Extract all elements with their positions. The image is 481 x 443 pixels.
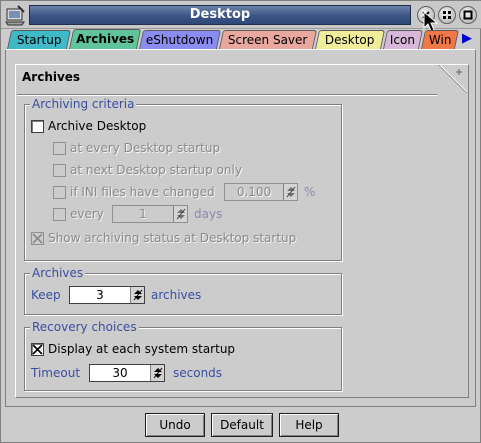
tab-label: Archives <box>76 32 135 46</box>
help-button[interactable]: Help <box>279 413 339 437</box>
keep-row: Keep 3 archives <box>31 286 201 304</box>
timeout-spinner[interactable]: 30 <box>89 364 165 382</box>
tab-label: eShutdown <box>146 33 214 47</box>
keep-spinner[interactable]: 3 <box>69 286 145 304</box>
check-icon <box>32 343 43 355</box>
check-icon <box>32 232 43 244</box>
unit-label: % <box>304 185 316 199</box>
group-label: Archives <box>30 266 86 280</box>
desktop-properties-window: Desktop Startup Archives eShutdown Scree… <box>0 0 481 443</box>
undo-button[interactable]: Undo <box>145 413 205 437</box>
timeout-label: Timeout <box>31 366 81 380</box>
unit-label: seconds <box>173 366 223 380</box>
every-days-checkbox[interactable]: every 1 days <box>53 205 222 223</box>
tab-label: Startup <box>16 33 62 47</box>
tab-scroll-right-icon[interactable]: ▶ <box>462 31 472 46</box>
title-bar: Desktop <box>1 1 481 32</box>
system-menu-icon[interactable] <box>4 4 26 26</box>
page-title: Archives <box>22 70 81 84</box>
ini-changed-checkbox[interactable]: if INI files have changed 0.100 % <box>53 183 315 201</box>
spinner-value[interactable]: 1 <box>113 207 173 221</box>
group-label: Archiving criteria <box>30 97 137 111</box>
keep-label: Keep <box>31 288 61 302</box>
tab-bar: Startup Archives eShutdown Screen Saver … <box>5 29 477 49</box>
checkbox-box[interactable] <box>31 119 44 133</box>
page-content: Archives Archiving criteria Archive Desk… <box>15 64 469 398</box>
archive-desktop-checkbox[interactable]: Archive Desktop <box>31 117 146 135</box>
group-label: Recovery choices <box>30 320 139 334</box>
checkbox-label: at every Desktop startup <box>70 141 221 155</box>
show-status-checkbox[interactable]: Show archiving status at Desktop startup <box>31 229 296 247</box>
archiving-criteria-group: Archiving criteria Archive Desktop at ev… <box>24 97 342 261</box>
unit-label: days <box>194 207 223 221</box>
every-startup-checkbox[interactable]: at every Desktop startup <box>53 139 220 157</box>
tab-eshutdown[interactable]: eShutdown <box>138 30 222 49</box>
checkbox-label: if INI files have changed <box>70 185 215 199</box>
archives-group: Archives Keep 3 archives <box>24 266 342 315</box>
checkbox-label: Show archiving status at Desktop startup <box>48 231 297 245</box>
ini-threshold-spinner[interactable]: 0.100 <box>224 183 298 201</box>
window-title: Desktop <box>189 7 251 22</box>
minimize-button[interactable] <box>438 6 456 24</box>
display-at-startup-checkbox[interactable]: Display at each system startup <box>31 340 235 358</box>
tab-label: Screen Saver <box>228 33 308 47</box>
timeout-row: Timeout 30 seconds <box>31 364 222 382</box>
default-button[interactable]: Default <box>211 413 273 437</box>
checkbox-box[interactable] <box>53 141 66 155</box>
notebook-page: Archives Archiving criteria Archive Desk… <box>5 49 476 407</box>
title-text-box[interactable]: Desktop <box>29 5 411 25</box>
tab-win[interactable]: Win <box>420 30 460 49</box>
tab-label: Win <box>428 33 452 47</box>
checkbox-box[interactable] <box>31 342 44 356</box>
next-startup-checkbox[interactable]: at next Desktop startup only <box>53 161 242 179</box>
tab-archives[interactable]: Archives <box>68 29 142 49</box>
tab-label: Icon <box>390 33 416 47</box>
checkbox-box[interactable] <box>53 185 66 199</box>
spinner-arrows-icon[interactable] <box>173 206 187 222</box>
checkbox-box[interactable] <box>53 207 66 221</box>
checkbox-label: every <box>70 207 104 221</box>
spinner-arrows-icon[interactable] <box>150 365 164 381</box>
unit-label: archives <box>151 288 202 302</box>
maximize-button[interactable] <box>459 6 477 24</box>
minimize-icon <box>443 11 451 19</box>
spinner-arrows-icon[interactable] <box>130 287 144 303</box>
page-turn-icon[interactable] <box>438 64 468 94</box>
checkbox-label: Display at each system startup <box>48 342 236 356</box>
tab-startup[interactable]: Startup <box>6 30 72 49</box>
spinner-arrows-icon[interactable] <box>283 184 297 200</box>
title-divider <box>17 94 437 96</box>
checkbox-box[interactable] <box>53 163 66 177</box>
checkbox-box[interactable] <box>31 231 44 245</box>
spinner-value[interactable]: 3 <box>70 288 130 302</box>
spinner-value[interactable]: 30 <box>90 366 150 380</box>
tab-screen-saver[interactable]: Screen Saver <box>218 30 318 49</box>
tab-desktop[interactable]: Desktop <box>314 30 386 49</box>
tab-label: Desktop <box>325 33 375 47</box>
checkbox-label: at next Desktop startup only <box>70 163 242 177</box>
checkbox-label: Archive Desktop <box>48 119 147 133</box>
spinner-value[interactable]: 0.100 <box>225 185 283 199</box>
maximize-icon <box>463 10 473 20</box>
recovery-choices-group: Recovery choices Display at each system … <box>24 320 342 391</box>
every-days-spinner[interactable]: 1 <box>112 205 188 223</box>
tab-icon[interactable]: Icon <box>382 30 424 49</box>
